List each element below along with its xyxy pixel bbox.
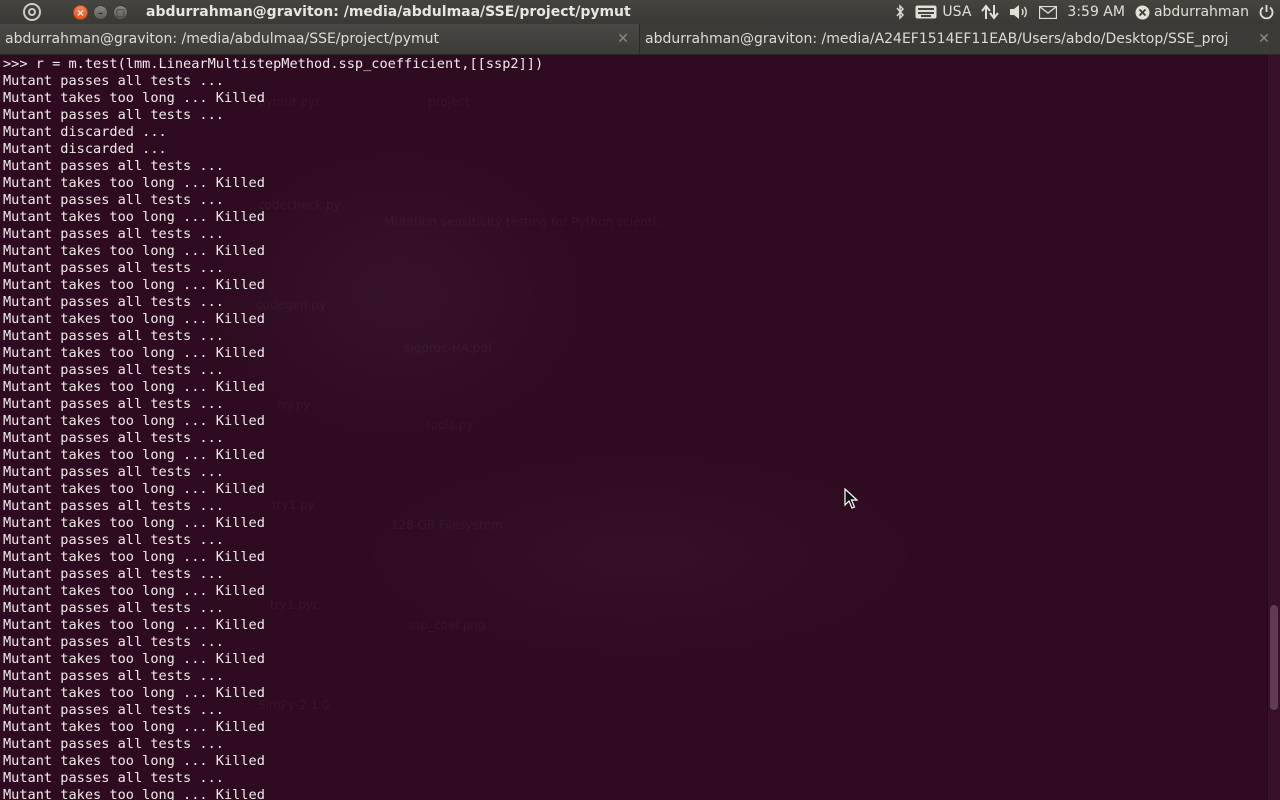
terminal-line: Mutant passes all tests ...	[3, 464, 224, 480]
tab-close-icon[interactable]: ✕	[1254, 31, 1274, 47]
user-name: abdurrahman	[1153, 4, 1249, 20]
terminal-line: Mutant passes all tests ...	[3, 600, 224, 616]
terminal-line: Mutant passes all tests ...	[3, 396, 224, 412]
terminal-line: Mutant discarded ...	[3, 124, 167, 140]
minimize-window-button[interactable]: –	[93, 4, 108, 20]
terminal-line: Mutant passes all tests ...	[3, 226, 224, 242]
terminal-line: Mutant takes too long ... Killed	[3, 617, 265, 633]
terminal-output-area[interactable]: pymut.pyc project codecheck.py Mutation …	[0, 55, 1267, 800]
terminal-line: Mutant passes all tests ...	[3, 498, 224, 514]
window-controls: × – □	[73, 4, 128, 20]
terminal-line: Mutant passes all tests ...	[3, 634, 224, 650]
terminal-line: Mutant takes too long ... Killed	[3, 787, 265, 800]
bluetooth-icon[interactable]	[895, 4, 905, 20]
terminal-line: Mutant takes too long ... Killed	[3, 685, 265, 701]
terminal-line: Mutant takes too long ... Killed	[3, 719, 265, 735]
terminal-line: Mutant passes all tests ...	[3, 668, 224, 684]
terminal-line: Mutant takes too long ... Killed	[3, 243, 265, 259]
terminal-line: Mutant passes all tests ...	[3, 770, 224, 786]
close-window-button[interactable]: ×	[73, 4, 88, 20]
tab-label: abdurrahman@graviton: /media/abdulmaa/SS…	[5, 31, 440, 47]
terminal-line: Mutant takes too long ... Killed	[3, 583, 265, 599]
terminal-line: Mutant takes too long ... Killed	[3, 209, 265, 225]
terminal-line: Mutant passes all tests ...	[3, 158, 224, 174]
terminal-scrollbar[interactable]	[1267, 55, 1280, 800]
terminal-line: Mutant takes too long ... Killed	[3, 753, 265, 769]
terminal-line: Mutant passes all tests ...	[3, 702, 224, 718]
clock[interactable]: 3:59 AM	[1067, 4, 1125, 20]
clock-time: 3:59 AM	[1067, 4, 1125, 20]
terminal-line: Mutant takes too long ... Killed	[3, 481, 265, 497]
terminal-line: Mutant passes all tests ...	[3, 736, 224, 752]
terminal-line: Mutant passes all tests ...	[3, 328, 224, 344]
tab-sse-proj[interactable]: abdurrahman@graviton: /media/A24EF1514EF…	[640, 24, 1280, 54]
tab-pymut[interactable]: abdurrahman@graviton: /media/abdulmaa/SS…	[0, 24, 640, 54]
terminal-line: Mutant takes too long ... Killed	[3, 175, 265, 191]
terminal-line: Mutant passes all tests ...	[3, 294, 224, 310]
tab-label: abdurrahman@graviton: /media/A24EF1514EF…	[645, 31, 1229, 47]
terminal-line: Mutant takes too long ... Killed	[3, 345, 265, 361]
terminal-line: Mutant takes too long ... Killed	[3, 379, 265, 395]
terminal-line: Mutant passes all tests ...	[3, 430, 224, 446]
terminal-line: Mutant takes too long ... Killed	[3, 651, 265, 667]
scrollbar-thumb[interactable]	[1270, 605, 1278, 710]
terminal-line: Mutant passes all tests ...	[3, 362, 224, 378]
ubuntu-logo-icon[interactable]	[23, 3, 41, 21]
prompt-command-line: >>> r = m.test(lmm.LinearMultistepMethod…	[3, 56, 544, 72]
terminal-line: Mutant passes all tests ...	[3, 192, 224, 208]
terminal-line: Mutant takes too long ... Killed	[3, 549, 265, 565]
terminal-line: Mutant takes too long ... Killed	[3, 90, 265, 106]
volume-icon[interactable]	[1009, 4, 1029, 20]
terminal-tab-bar: abdurrahman@graviton: /media/abdulmaa/SS…	[0, 24, 1280, 55]
window-title: abdurrahman@graviton: /media/abdulmaa/SS…	[146, 4, 631, 20]
mail-icon[interactable]	[1039, 5, 1058, 19]
keyboard-icon	[915, 5, 937, 19]
terminal-line: Mutant passes all tests ...	[3, 532, 224, 548]
mouse-pointer-icon	[844, 487, 859, 514]
terminal-line: Mutant takes too long ... Killed	[3, 311, 265, 327]
power-icon[interactable]	[1259, 4, 1274, 20]
terminal-line: Mutant passes all tests ...	[3, 73, 224, 89]
terminal-line: Mutant passes all tests ...	[3, 107, 224, 123]
tab-close-icon[interactable]: ✕	[613, 31, 633, 47]
terminal-line: Mutant passes all tests ...	[3, 566, 224, 582]
indicator-area: USA 3:59 AM abdurrahman	[895, 0, 1280, 24]
terminal-line: Mutant discarded ...	[3, 141, 167, 157]
network-icon[interactable]	[981, 4, 1000, 20]
terminal-line: Mutant takes too long ... Killed	[3, 447, 265, 463]
keyboard-layout-label: USA	[942, 4, 972, 20]
keyboard-indicator[interactable]: USA	[915, 4, 971, 20]
terminal-line: Mutant takes too long ... Killed	[3, 515, 265, 531]
maximize-window-button[interactable]: □	[113, 4, 128, 20]
terminal-line: Mutant takes too long ... Killed	[3, 277, 265, 293]
terminal-line: Mutant takes too long ... Killed	[3, 413, 265, 429]
top-panel: × – □ abdurrahman@graviton: /media/abdul…	[0, 0, 1280, 24]
terminal-line: Mutant passes all tests ...	[3, 260, 224, 276]
user-status-icon	[1135, 5, 1150, 20]
user-menu[interactable]: abdurrahman	[1135, 4, 1249, 20]
terminal-text: >>> r = m.test(lmm.LinearMultistepMethod…	[3, 56, 543, 800]
